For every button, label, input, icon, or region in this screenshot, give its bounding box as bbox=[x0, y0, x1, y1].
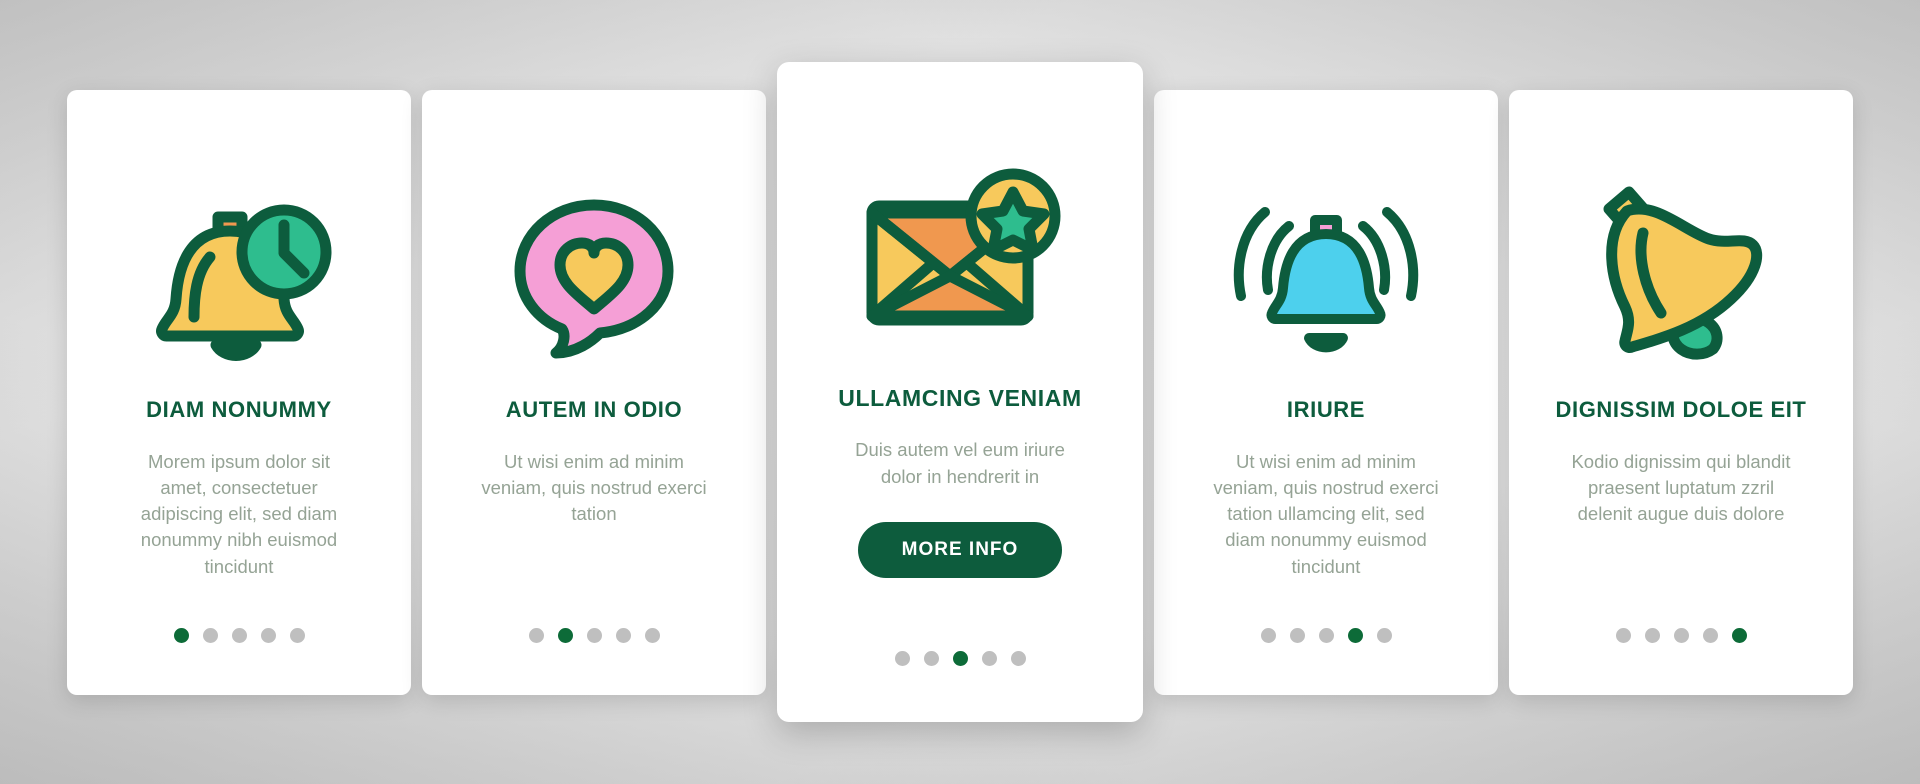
onboarding-screens-illustration: DIAM NONUMMY Morem ipsum dolor sit amet,… bbox=[0, 0, 1920, 784]
card-body: Ut wisi enim ad minim veniam, quis nostr… bbox=[481, 450, 707, 525]
dot-4[interactable] bbox=[1347, 627, 1363, 643]
dot-5[interactable] bbox=[289, 627, 305, 643]
card-body: Duis autem vel eum iriure dolor in hendr… bbox=[855, 439, 1065, 487]
speech-bubble-heart-icon bbox=[422, 148, 766, 398]
dot-1[interactable] bbox=[1260, 627, 1276, 643]
dot-5[interactable] bbox=[1376, 627, 1392, 643]
dot-4[interactable] bbox=[1702, 627, 1718, 643]
dot-2[interactable] bbox=[202, 627, 218, 643]
bell-clock-icon bbox=[67, 148, 411, 398]
card-carousel: DIAM NONUMMY Morem ipsum dolor sit amet,… bbox=[0, 0, 1920, 784]
dot-1[interactable] bbox=[1615, 627, 1631, 643]
onboarding-card-5[interactable]: DIGNISSIM DOLOE EIT Kodio dignissim qui … bbox=[1509, 89, 1853, 695]
card-title: DIAM NONUMMY bbox=[146, 396, 332, 422]
ringing-bell-icon bbox=[1154, 148, 1498, 398]
onboarding-card-1[interactable]: DIAM NONUMMY Morem ipsum dolor sit amet,… bbox=[67, 89, 411, 695]
card-title: ULLAMCING VENIAM bbox=[838, 385, 1082, 411]
dot-1[interactable] bbox=[173, 627, 189, 643]
pagination-dots[interactable] bbox=[422, 627, 766, 643]
dot-5[interactable] bbox=[644, 627, 660, 643]
pagination-dots[interactable] bbox=[777, 651, 1143, 666]
card-title: IRIURE bbox=[1286, 396, 1366, 422]
card-body: Kodio dignissim qui blandit praesent lup… bbox=[1571, 450, 1791, 525]
tilted-bell-icon bbox=[1509, 148, 1853, 398]
onboarding-card-2[interactable]: AUTEM IN ODIO Ut wisi enim ad minim veni… bbox=[422, 89, 766, 695]
envelope-star-icon bbox=[777, 124, 1143, 386]
onboarding-card-4[interactable]: IRIURE Ut wisi enim ad minim veniam, qui… bbox=[1154, 89, 1498, 695]
dot-3[interactable] bbox=[231, 627, 247, 643]
dot-1[interactable] bbox=[528, 627, 544, 643]
dot-3[interactable] bbox=[1673, 627, 1689, 643]
pagination-dots[interactable] bbox=[67, 627, 411, 643]
dot-4[interactable] bbox=[260, 627, 276, 643]
dot-5[interactable] bbox=[1731, 627, 1747, 643]
dot-2[interactable] bbox=[923, 651, 939, 666]
dot-3[interactable] bbox=[586, 627, 602, 643]
onboarding-card-3[interactable]: ULLAMCING VENIAM Duis autem vel eum iriu… bbox=[777, 62, 1143, 722]
card-title: DIGNISSIM DOLOE EIT bbox=[1555, 396, 1807, 422]
dot-4[interactable] bbox=[615, 627, 631, 643]
dot-5[interactable] bbox=[1010, 651, 1026, 666]
card-body: Ut wisi enim ad minim veniam, quis nostr… bbox=[1213, 450, 1439, 577]
dot-2[interactable] bbox=[557, 627, 573, 643]
card-body: Morem ipsum dolor sit amet, consectetuer… bbox=[140, 450, 338, 577]
dot-2[interactable] bbox=[1644, 627, 1660, 643]
dot-3[interactable] bbox=[952, 651, 968, 666]
dot-2[interactable] bbox=[1289, 627, 1305, 643]
more-info-button[interactable]: MORE INFO bbox=[857, 521, 1063, 578]
dot-1[interactable] bbox=[894, 651, 910, 666]
pagination-dots[interactable] bbox=[1154, 627, 1498, 643]
dot-4[interactable] bbox=[981, 651, 997, 666]
card-title: AUTEM IN ODIO bbox=[505, 396, 683, 422]
pagination-dots[interactable] bbox=[1509, 627, 1853, 643]
dot-3[interactable] bbox=[1318, 627, 1334, 643]
